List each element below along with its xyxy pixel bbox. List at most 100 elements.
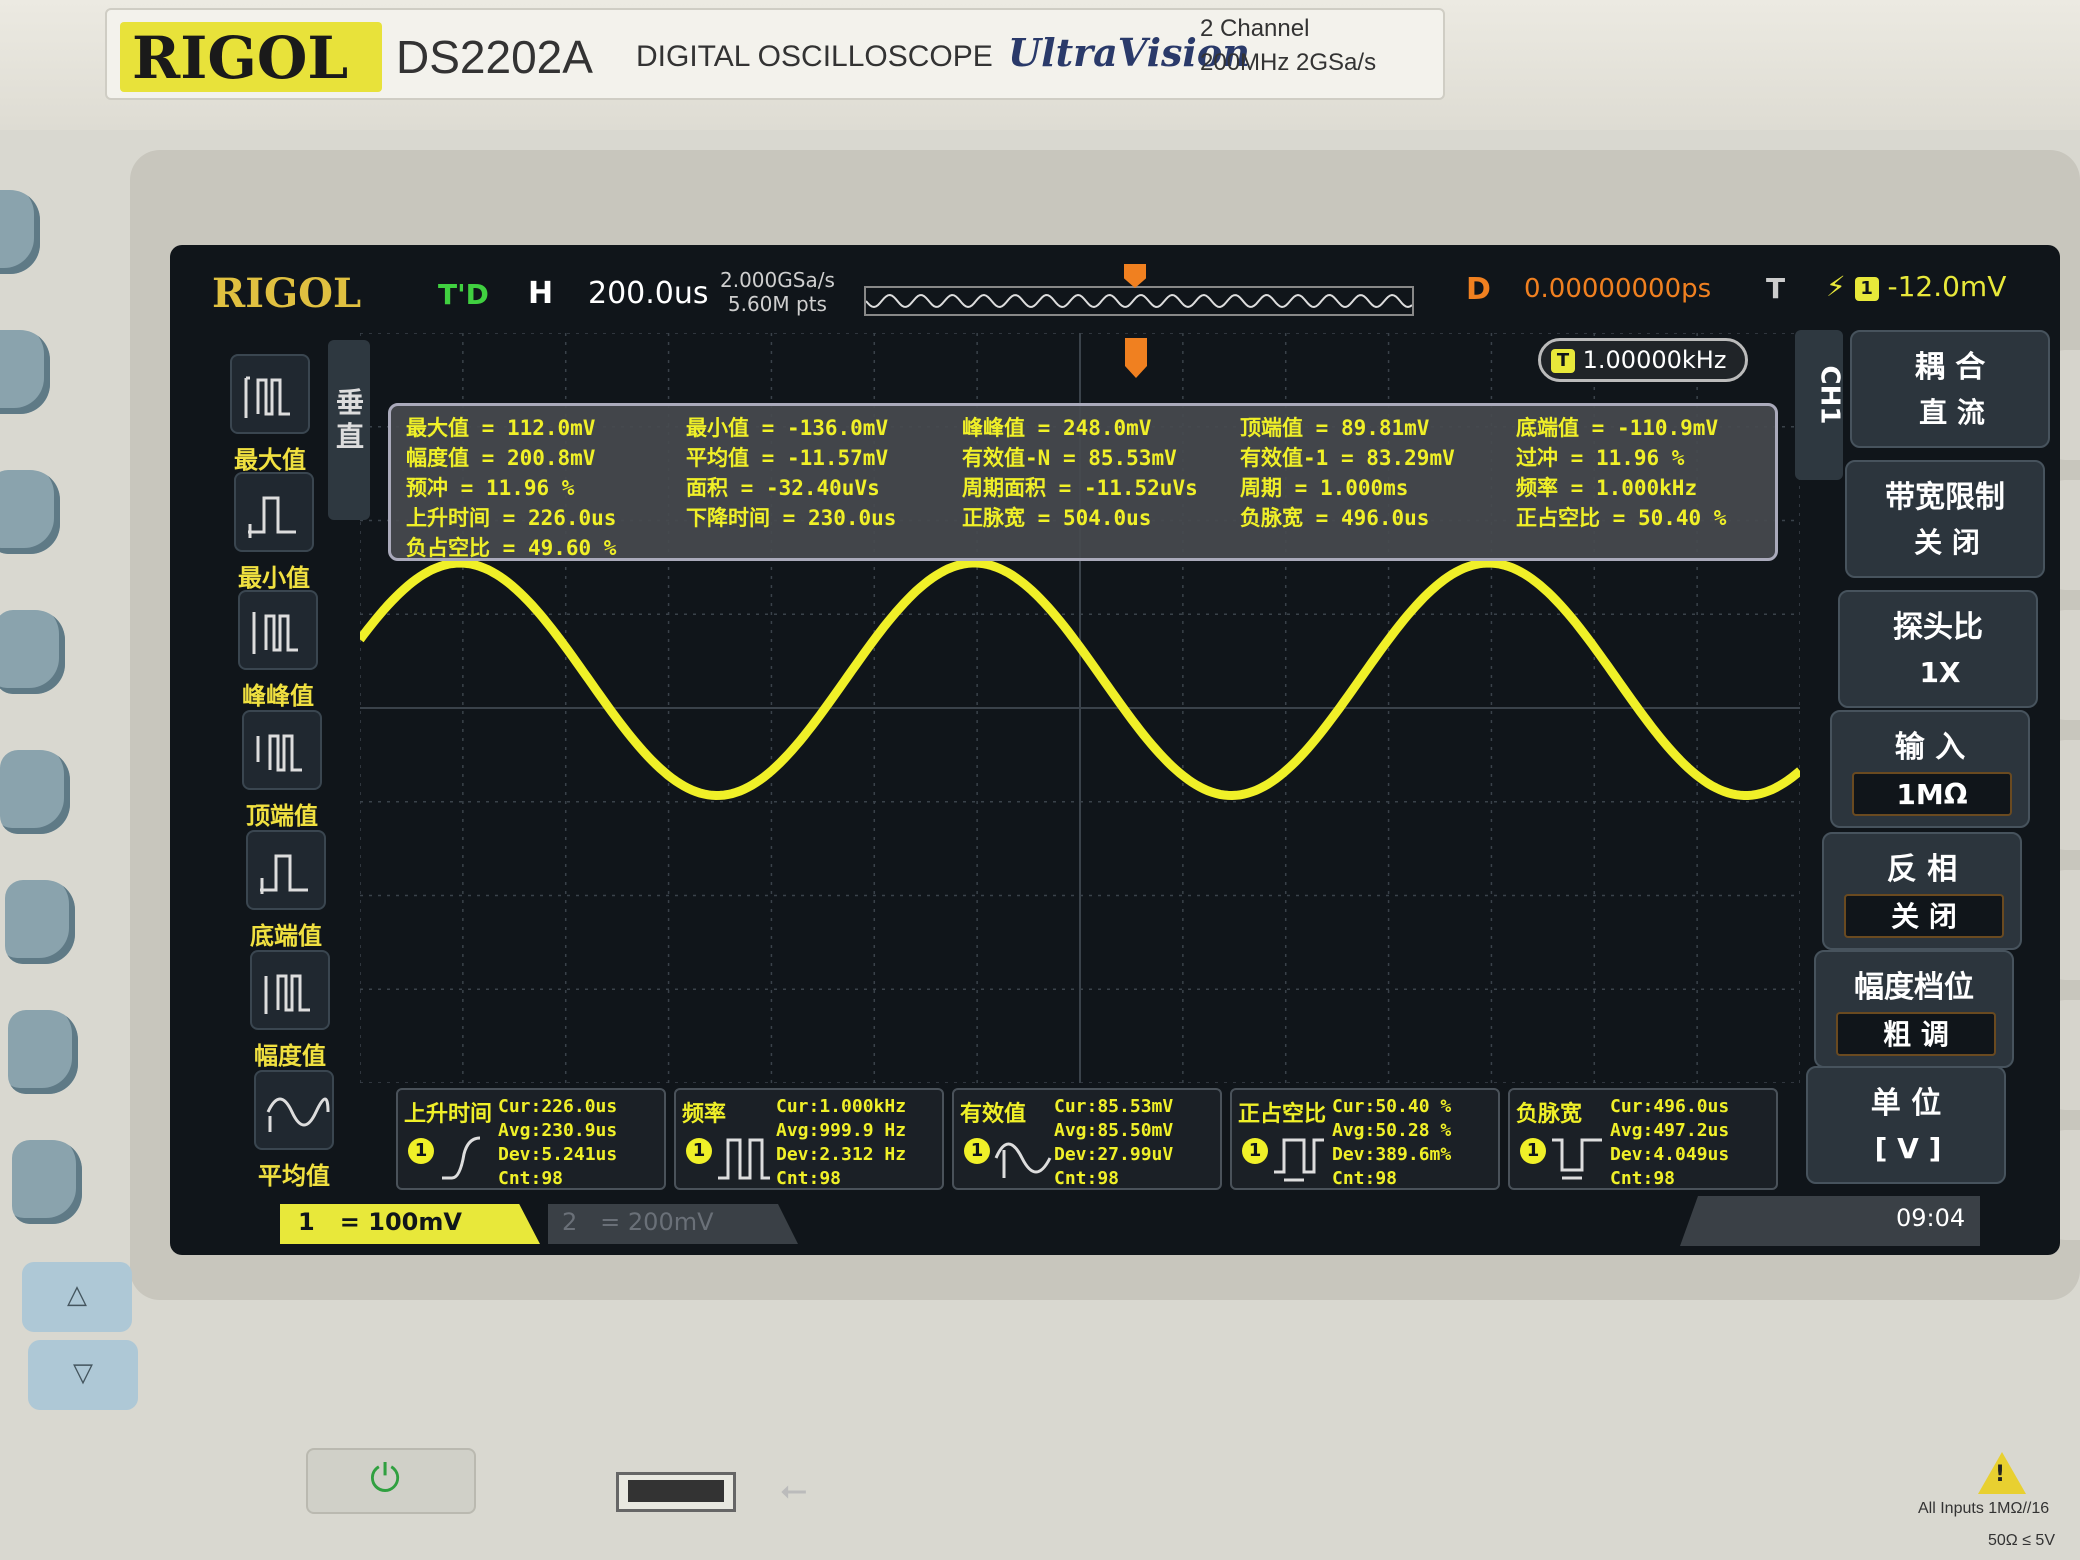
stat-channel-badge: 1 <box>964 1138 990 1164</box>
memory-waveform-preview <box>866 293 1412 309</box>
measurement-label: 顶端值 <box>1240 416 1303 440</box>
stat-cur: Cur:1.000kHz <box>776 1096 907 1117</box>
timebase-value[interactable]: 200.0us <box>588 276 709 311</box>
menu-down-button[interactable]: ▽ <box>28 1340 138 1410</box>
stat-avg: Avg:999.9 Hz <box>776 1120 907 1141</box>
device-description: DIGITAL OSCILLOSCOPE <box>636 40 993 73</box>
clock: 09:04 <box>1896 1204 1966 1232</box>
measurement-item: 正占空比 = 50.40 % <box>1516 502 1726 532</box>
measurement-label: 下降时间 <box>686 506 770 530</box>
menu-item-avg[interactable]: 平均值 <box>234 1070 354 1191</box>
menu-title: 反 相 <box>1886 852 1958 887</box>
measurement-value: = 496.0us <box>1315 506 1430 530</box>
measurement-label: 负脉宽 <box>1240 506 1303 530</box>
stat-dev: Dev:5.241us <box>498 1144 618 1165</box>
softkey-left-7[interactable] <box>12 1140 82 1224</box>
menu-item-amp[interactable]: 幅度值 <box>230 950 350 1071</box>
measurement-label: 负占空比 <box>406 536 490 560</box>
menu-probe-ratio[interactable]: 探头比 1X <box>1838 590 2038 708</box>
stat-frequency: 频率 1 Cur:1.000kHz Avg:999.9 Hz Dev:2.312… <box>674 1088 944 1190</box>
menu-volts-div[interactable]: 幅度档位 粗 调 <box>1814 950 2014 1068</box>
pulse-amp-icon <box>250 950 330 1030</box>
delay-value[interactable]: 0.00000000ps <box>1524 274 1711 304</box>
measurement-label: 周期面积 <box>962 476 1046 500</box>
trigger-info[interactable]: ⚡ 1 -12.0mV <box>1826 270 2006 303</box>
stat-channel-badge: 1 <box>408 1138 434 1164</box>
stat-name: 正占空比 <box>1238 1102 1327 1127</box>
menu-up-button[interactable]: △ <box>22 1262 132 1332</box>
usb-port-inner <box>628 1480 724 1502</box>
measurement-label: 平均值 <box>686 446 749 470</box>
input-warning: All Inputs 1MΩ//16 <box>1918 1500 2050 1517</box>
measurement-label: 周期 <box>1240 476 1282 500</box>
measurement-item: 周期面积 = -11.52uVs <box>962 472 1198 502</box>
menu-item-top[interactable]: 顶端值 <box>222 710 342 831</box>
menu-item-vpp[interactable]: 峰峰值 <box>218 590 338 711</box>
menu-item-max[interactable]: 最大值 <box>210 354 330 475</box>
measurement-item: 上升时间 = 226.0us <box>406 502 616 532</box>
measurement-item: 平均值 = -11.57mV <box>686 442 888 472</box>
input-warning-50ohm: 50Ω ≤ 5V <box>1988 1532 2055 1549</box>
softkey-left-2[interactable] <box>0 470 60 554</box>
menu-title: 单 位 <box>1870 1086 1942 1121</box>
stat-dev: Dev:27.99uV <box>1054 1144 1174 1165</box>
measurement-label: 正脉宽 <box>962 506 1025 530</box>
measurement-value: = 11.96 % <box>1570 446 1685 470</box>
ch1-menu-tab-label: CH1 <box>1814 365 1845 425</box>
menu-value: 关 闭 <box>1914 526 1980 559</box>
acquisition-info: 2.000GSa/s 5.60M pts <box>720 268 835 316</box>
usb-icon: ⭠ <box>780 1470 808 1510</box>
measurement-value: = 1.000ms <box>1294 476 1409 500</box>
measurement-label: 正占空比 <box>1516 506 1600 530</box>
measurement-item: 负占空比 = 49.60 % <box>406 532 616 562</box>
measurement-item: 有效值-1 = 83.29mV <box>1240 442 1455 472</box>
softkey-left-3[interactable] <box>0 610 65 694</box>
menu-item-base[interactable]: 底端值 <box>226 830 346 951</box>
channel-spec: 2 Channel 200MHz 2GSa/s <box>1200 12 1376 80</box>
measurement-item: 顶端值 = 89.81mV <box>1240 412 1429 442</box>
measurement-label: 预冲 <box>406 476 448 500</box>
frequency-counter: T 1.00000kHz <box>1538 338 1748 382</box>
menu-item-min[interactable]: 最小值 <box>214 472 334 593</box>
stat-cur: Cur:50.40 % <box>1332 1096 1452 1117</box>
menu-unit[interactable]: 单 位 [ V ] <box>1806 1066 2006 1184</box>
menu-input-impedance[interactable]: 输 入 1MΩ <box>1830 710 2030 828</box>
measurement-value: = -11.52uVs <box>1058 476 1198 500</box>
menu-bandwidth-limit[interactable]: 带宽限制 关 闭 <box>1845 460 2045 578</box>
power-icon: ⏻ <box>370 1456 401 1500</box>
menu-value: 1X <box>1919 656 1961 689</box>
softkey-left-1[interactable] <box>0 330 50 414</box>
measurement-label: 底端值 <box>1516 416 1579 440</box>
measurement-label: 有效值-N <box>962 446 1051 470</box>
measurement-label: 有效值-1 <box>1240 446 1329 470</box>
memory-depth: 5.60M pts <box>727 292 827 316</box>
stat-rise-time: 上升时间 1 Cur:226.0us Avg:230.9us Dev:5.241… <box>396 1088 666 1190</box>
sample-rate: 2.000GSa/s <box>720 268 835 292</box>
measurement-value: = -32.40uVs <box>740 476 880 500</box>
measurement-item: 幅度值 = 200.8mV <box>406 442 595 472</box>
measurement-item: 正脉宽 = 504.0us <box>962 502 1151 532</box>
measurement-item: 最大值 = 112.0mV <box>406 412 595 442</box>
menu-item-label: 底端值 <box>250 922 322 950</box>
softkey-left-6[interactable] <box>8 1010 78 1094</box>
freq-counter-value: 1.00000kHz <box>1582 346 1727 374</box>
menu-invert[interactable]: 反 相 关 闭 <box>1822 832 2022 950</box>
stat-name: 有效值 <box>960 1102 1027 1127</box>
softkey-left-5[interactable] <box>5 880 75 964</box>
menu-value: [ V ] <box>1874 1132 1942 1165</box>
softkey-left-4[interactable] <box>0 750 70 834</box>
pulse-top-icon <box>242 710 322 790</box>
menu-coupling[interactable]: 耦 合 直 流 <box>1850 330 2050 448</box>
menu-value: 直 流 <box>1919 396 1985 429</box>
measurement-value: = 226.0us <box>502 506 617 530</box>
softkey-left-0[interactable] <box>0 190 40 274</box>
channel-count: 2 Channel <box>1200 15 1310 42</box>
menu-title: 输 入 <box>1894 730 1966 765</box>
measurement-value: = -110.9mV <box>1591 416 1719 440</box>
menu-value: 关 闭 <box>1844 894 2004 938</box>
measurement-item: 下降时间 = 230.0us <box>686 502 896 532</box>
measurement-value: = -136.0mV <box>761 416 889 440</box>
stat-channel-badge: 1 <box>1242 1138 1268 1164</box>
stat-cur: Cur:226.0us <box>498 1096 618 1117</box>
stat-name: 频率 <box>682 1102 727 1127</box>
